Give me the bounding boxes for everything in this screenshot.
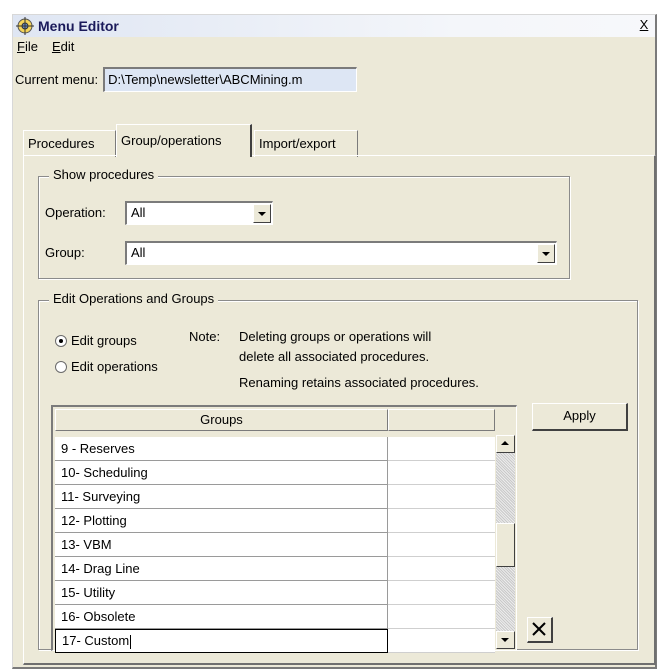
edit-operations-radio[interactable]: Edit operations [55, 359, 158, 374]
menu-bar: File Edit [15, 39, 76, 57]
chevron-down-icon[interactable] [253, 204, 271, 223]
list-item[interactable]: 9 - Reserves [55, 437, 495, 461]
operation-dropdown[interactable]: All [125, 201, 273, 225]
show-procedures-group: Show procedures Operation: All Group: Al… [38, 167, 570, 279]
menu-file-mnemonic: F [17, 39, 25, 54]
list-item[interactable]: 16- Obsolete [55, 605, 495, 629]
text-caret [130, 634, 132, 649]
group-name-cell[interactable]: 11- Surveying [55, 485, 388, 509]
menu-edit[interactable]: Edit [50, 39, 76, 57]
menu-edit-label: dit [60, 39, 75, 54]
menu-edit-mnemonic: E [51, 39, 61, 54]
list-item[interactable]: 12- Plotting [55, 509, 495, 533]
group-extra-cell[interactable] [388, 461, 495, 485]
operation-label: Operation: [45, 205, 106, 220]
group-name-cell[interactable]: 15- Utility [55, 581, 388, 605]
edit-operations-label: Edit operations [71, 359, 158, 374]
tab-procedures[interactable]: Procedures [23, 130, 116, 157]
tab-group-operations[interactable]: Group/operations [116, 124, 252, 157]
group-extra-cell[interactable] [388, 581, 495, 605]
group-extra-cell[interactable] [388, 485, 495, 509]
groups-list[interactable]: Groups 9 - Reserves 10- Scheduling 11- S… [51, 405, 517, 653]
scroll-down-icon[interactable] [496, 631, 515, 649]
note-label: Note: [189, 329, 221, 344]
current-menu-row: Current menu: D:\Temp\newsletter\ABCMini… [15, 67, 358, 92]
edit-groups-radio[interactable]: Edit groups [55, 333, 137, 348]
note-line-2: delete all associated procedures. [239, 349, 430, 364]
delete-x-icon [532, 622, 546, 636]
groups-scrollbar[interactable] [496, 435, 515, 649]
list-item[interactable]: 10- Scheduling [55, 461, 495, 485]
note-line-3: Renaming retains associated procedures. [239, 375, 479, 390]
menu-file[interactable]: File [15, 39, 40, 57]
group-extra-cell[interactable] [388, 533, 495, 557]
group-name-cell[interactable]: 14- Drag Line [55, 557, 388, 581]
list-item[interactable]: 14- Drag Line [55, 557, 495, 581]
group-extra-cell[interactable] [388, 557, 495, 581]
list-rows: 9 - Reserves 10- Scheduling 11- Surveyin… [55, 437, 495, 653]
group-value: All [131, 245, 146, 260]
current-menu-label: Current menu: [15, 72, 99, 87]
list-header: Groups [55, 409, 495, 431]
menu-file-label: ile [24, 39, 38, 54]
edit-operations-groups-legend: Edit Operations and Groups [49, 291, 219, 306]
close-icon[interactable]: X [635, 17, 653, 34]
group-extra-cell[interactable] [388, 605, 495, 629]
radio-selected-icon [55, 334, 67, 347]
header-groups[interactable]: Groups [55, 409, 388, 431]
header-col-2[interactable] [388, 409, 495, 431]
show-procedures-legend: Show procedures [49, 167, 159, 182]
tab-import-export[interactable]: Import/export [254, 130, 358, 157]
operation-value: All [131, 205, 146, 220]
title-bar: Menu Editor X [13, 15, 655, 37]
radio-unselected-icon [55, 360, 67, 373]
group-name-cell[interactable]: 9 - Reserves [55, 437, 388, 461]
delete-button[interactable] [527, 617, 553, 643]
group-dropdown[interactable]: All [125, 241, 557, 265]
chevron-down-icon[interactable] [537, 244, 555, 263]
group-extra-cell[interactable] [388, 437, 495, 461]
list-item[interactable]: 11- Surveying [55, 485, 495, 509]
editing-value: 17- Custom [62, 633, 130, 648]
list-item[interactable]: 15- Utility [55, 581, 495, 605]
scroll-thumb[interactable] [496, 523, 515, 567]
group-name-cell[interactable]: 10- Scheduling [55, 461, 388, 485]
group-name-cell[interactable]: 13- VBM [55, 533, 388, 557]
note-line-1: Deleting groups or operations will [239, 329, 432, 344]
list-item[interactable]: 13- VBM [55, 533, 495, 557]
edit-operations-groups: Edit Operations and Groups Edit groups E… [38, 291, 638, 653]
group-extra-cell[interactable] [388, 509, 495, 533]
group-operations-panel: Show procedures Operation: All Group: Al… [23, 155, 656, 665]
group-name-cell[interactable]: 12- Plotting [55, 509, 388, 533]
editing-row[interactable]: 17- Custom [55, 629, 495, 653]
menu-editor-icon [16, 17, 34, 35]
group-name-edit-field[interactable]: 17- Custom [55, 629, 388, 653]
scroll-up-icon[interactable] [496, 435, 515, 453]
menu-editor-window: Menu Editor X File Edit Current menu: D:… [12, 14, 657, 669]
apply-button[interactable]: Apply [532, 403, 628, 431]
group-extra-cell[interactable] [388, 629, 495, 653]
window-title: Menu Editor [38, 18, 119, 34]
group-name-cell[interactable]: 16- Obsolete [55, 605, 388, 629]
edit-groups-label: Edit groups [71, 333, 137, 348]
group-label: Group: [45, 245, 85, 260]
current-menu-field[interactable]: D:\Temp\newsletter\ABCMining.m [103, 67, 358, 92]
